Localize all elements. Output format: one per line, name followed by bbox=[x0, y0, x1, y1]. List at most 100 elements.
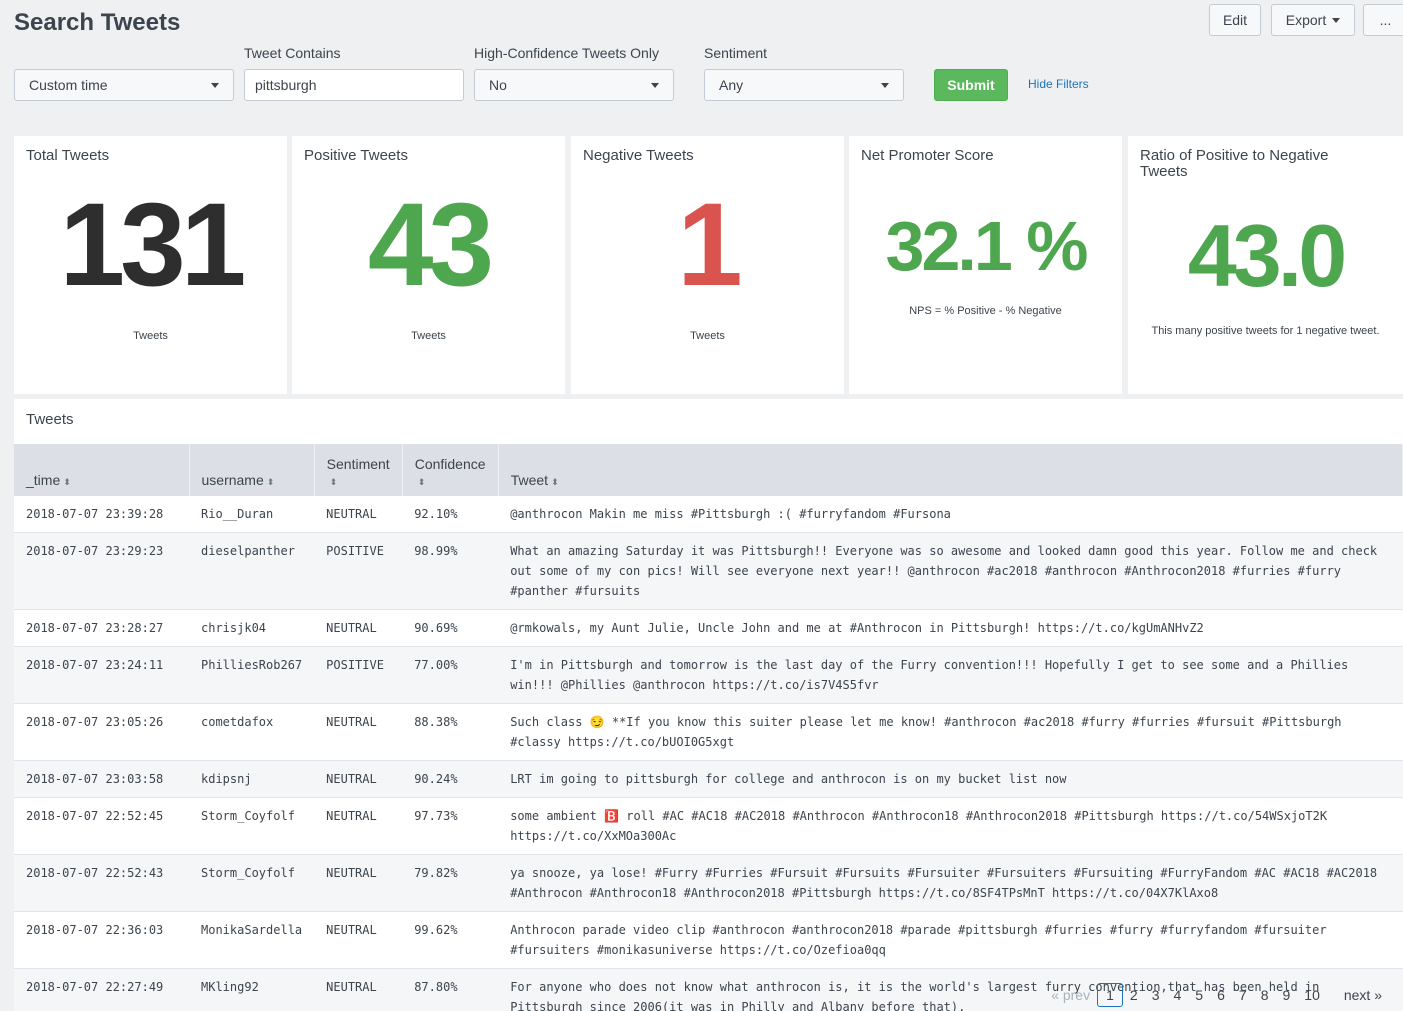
table-row[interactable]: 2018-07-07 23:03:58 kdipsnj NEUTRAL 90.24% L… bbox=[14, 760, 1403, 798]
cell-sentiment: NEUTRAL bbox=[314, 609, 403, 647]
cell-username: PhilliesRob267 bbox=[189, 646, 315, 704]
cell-username: dieselpanther bbox=[189, 532, 315, 610]
cell-tweet: ya snooze, ya lose! #Furry #Furries #Fur… bbox=[498, 854, 1403, 912]
cell-time: 2018-07-07 22:27:49 bbox=[14, 968, 189, 1011]
hide-filters-link[interactable]: Hide Filters bbox=[1028, 77, 1089, 91]
column-header-time[interactable]: _time ⬍ bbox=[14, 444, 190, 496]
column-header-label: _time bbox=[26, 472, 61, 488]
high-confidence-dropdown[interactable]: No bbox=[474, 69, 674, 101]
table-row[interactable]: 2018-07-07 23:24:11 PhilliesRob267 POSITIV… bbox=[14, 646, 1403, 704]
cell-tweet: LRT im going to pittsburgh for college a… bbox=[498, 760, 1403, 798]
table-row[interactable]: 2018-07-07 23:39:28 Rio__Duran NEUTRAL 92.1… bbox=[14, 496, 1403, 533]
cell-time: 2018-07-07 23:03:58 bbox=[14, 760, 189, 798]
table-row[interactable]: 2018-07-07 22:36:03 MonikaSardella NEUTRAL… bbox=[14, 911, 1403, 969]
panel-caption: Tweets bbox=[690, 330, 725, 342]
cell-tweet: I'm in Pittsburgh and tomorrow is the la… bbox=[498, 646, 1403, 704]
panel-title: Negative Tweets bbox=[583, 147, 694, 164]
sort-icon[interactable]: ⬍ bbox=[551, 477, 559, 487]
page-link[interactable]: 7 bbox=[1232, 983, 1254, 1007]
cell-confidence: 77.00% bbox=[402, 646, 499, 704]
tweet-contains-label: Tweet Contains bbox=[244, 45, 341, 61]
column-header-label: Tweet bbox=[510, 472, 549, 488]
time-picker-value: Custom time bbox=[29, 77, 108, 93]
panel-title: Ratio of Positive to Negative Tweets bbox=[1140, 147, 1329, 180]
page-link[interactable]: 8 bbox=[1254, 983, 1276, 1007]
page-title: Search Tweets bbox=[14, 9, 181, 36]
chevron-down-icon bbox=[651, 82, 659, 88]
cell-time: 2018-07-07 22:36:03 bbox=[14, 911, 189, 969]
next-page-link[interactable]: next » bbox=[1337, 983, 1389, 1007]
cell-time: 2018-07-07 23:24:11 bbox=[14, 646, 189, 704]
negative-tweets-panel: Negative Tweets 1 Tweets bbox=[571, 136, 844, 394]
sentiment-value: Any bbox=[719, 77, 744, 93]
positive-tweets-value: 43 bbox=[367, 179, 494, 311]
tweet-contains-input[interactable] bbox=[244, 69, 464, 101]
page-link[interactable]: 3 bbox=[1145, 983, 1167, 1007]
column-header-username[interactable]: username ⬍ bbox=[189, 444, 315, 496]
cell-time: 2018-07-07 22:52:45 bbox=[14, 797, 189, 855]
prev-page-link[interactable]: « prev bbox=[1044, 983, 1097, 1007]
chevron-down-icon bbox=[881, 82, 889, 88]
cell-tweet: some ambient 🅱️ roll #AC #AC18 #AC2018 #… bbox=[498, 797, 1403, 855]
table-row[interactable]: 2018-07-07 23:29:23 dieselpanther POSITIVE… bbox=[14, 532, 1403, 610]
cell-sentiment: NEUTRAL bbox=[314, 703, 403, 761]
cell-confidence: 88.38% bbox=[402, 703, 499, 761]
cell-username: Storm_Coyfolf bbox=[189, 797, 315, 855]
page-link[interactable]: 10 bbox=[1297, 983, 1327, 1007]
cell-confidence: 99.62% bbox=[402, 911, 499, 969]
sentiment-label: Sentiment bbox=[704, 45, 768, 61]
cell-confidence: 98.99% bbox=[402, 532, 499, 610]
export-button[interactable]: Export bbox=[1271, 4, 1355, 36]
total-tweets-panel: Total Tweets 131 Tweets bbox=[14, 136, 287, 394]
panel-caption: Tweets bbox=[411, 330, 446, 342]
cell-confidence: 79.82% bbox=[402, 854, 499, 912]
cell-confidence: 87.80% bbox=[402, 968, 499, 1011]
page-link[interactable]: 2 bbox=[1123, 983, 1145, 1007]
table-row[interactable]: 2018-07-07 23:05:26 cometdafox NEUTRAL 88.3… bbox=[14, 703, 1403, 761]
panel-title: Total Tweets bbox=[26, 147, 110, 164]
cell-sentiment: POSITIVE bbox=[314, 646, 403, 704]
panel-caption: Tweets bbox=[133, 330, 168, 342]
cell-sentiment: NEUTRAL bbox=[314, 911, 403, 969]
submit-button[interactable]: Submit bbox=[934, 69, 1008, 101]
sort-icon[interactable]: ⬍ bbox=[63, 477, 71, 487]
cell-tweet: @anthrocon Makin me miss #Pittsburgh :( … bbox=[498, 496, 1403, 533]
edit-button-label: Edit bbox=[1222, 12, 1248, 28]
page-link[interactable]: 5 bbox=[1188, 983, 1210, 1007]
column-header-sentiment[interactable]: Sentiment ⬍ bbox=[314, 444, 403, 496]
table-row[interactable]: 2018-07-07 22:52:45 Storm_Coyfolf NEUTRAL 9… bbox=[14, 797, 1403, 855]
time-picker[interactable]: Custom time bbox=[14, 69, 234, 101]
sort-icon[interactable]: ⬍ bbox=[418, 477, 426, 487]
page-link[interactable]: 6 bbox=[1210, 983, 1232, 1007]
cell-time: 2018-07-07 23:29:23 bbox=[14, 532, 189, 610]
high-confidence-value: No bbox=[489, 77, 507, 93]
edit-button[interactable]: Edit bbox=[1209, 4, 1261, 36]
column-header-label: Confidence bbox=[414, 456, 486, 472]
more-button[interactable]: ... bbox=[1363, 4, 1403, 36]
cell-time: 2018-07-07 22:52:43 bbox=[14, 854, 189, 912]
table-row[interactable]: 2018-07-07 22:52:43 Storm_Coyfolf NEUTRAL 7… bbox=[14, 854, 1403, 912]
sentiment-dropdown[interactable]: Any bbox=[704, 69, 904, 101]
column-header-label: username bbox=[201, 472, 264, 488]
sort-icon[interactable]: ⬍ bbox=[330, 477, 338, 487]
cell-username: MonikaSardella bbox=[189, 911, 315, 969]
pagination: « prev 1 2 3 4 5 6 7 8 9 10 next » bbox=[1044, 983, 1389, 1007]
tweets-table: _time ⬍ username ⬍ Sentiment ⬍ Confidence ⬍ Twee… bbox=[14, 444, 1403, 1011]
panel-title: Positive Tweets bbox=[304, 147, 408, 164]
page-link[interactable]: 9 bbox=[1275, 983, 1297, 1007]
cell-confidence: 90.24% bbox=[402, 760, 499, 798]
panel-title: Net Promoter Score bbox=[861, 147, 994, 164]
table-row[interactable]: 2018-07-07 23:28:27 chrisjk04 NEUTRAL 90.69… bbox=[14, 609, 1403, 647]
panel-caption: This many positive tweets for 1 negative… bbox=[1151, 325, 1380, 337]
cell-username: Rio__Duran bbox=[189, 496, 315, 533]
cell-sentiment: POSITIVE bbox=[314, 532, 403, 610]
cell-username: chrisjk04 bbox=[189, 609, 315, 647]
column-header-confidence[interactable]: Confidence ⬍ bbox=[402, 444, 499, 496]
column-header-tweet[interactable]: Tweet ⬍ bbox=[498, 444, 1403, 496]
total-tweets-value: 131 bbox=[59, 179, 247, 311]
sort-icon[interactable]: ⬍ bbox=[267, 477, 275, 487]
panel-caption: NPS = % Positive - % Negative bbox=[909, 305, 1062, 317]
table-title: Tweets bbox=[26, 411, 74, 428]
page-link[interactable]: 1 bbox=[1097, 983, 1123, 1007]
page-link[interactable]: 4 bbox=[1167, 983, 1189, 1007]
